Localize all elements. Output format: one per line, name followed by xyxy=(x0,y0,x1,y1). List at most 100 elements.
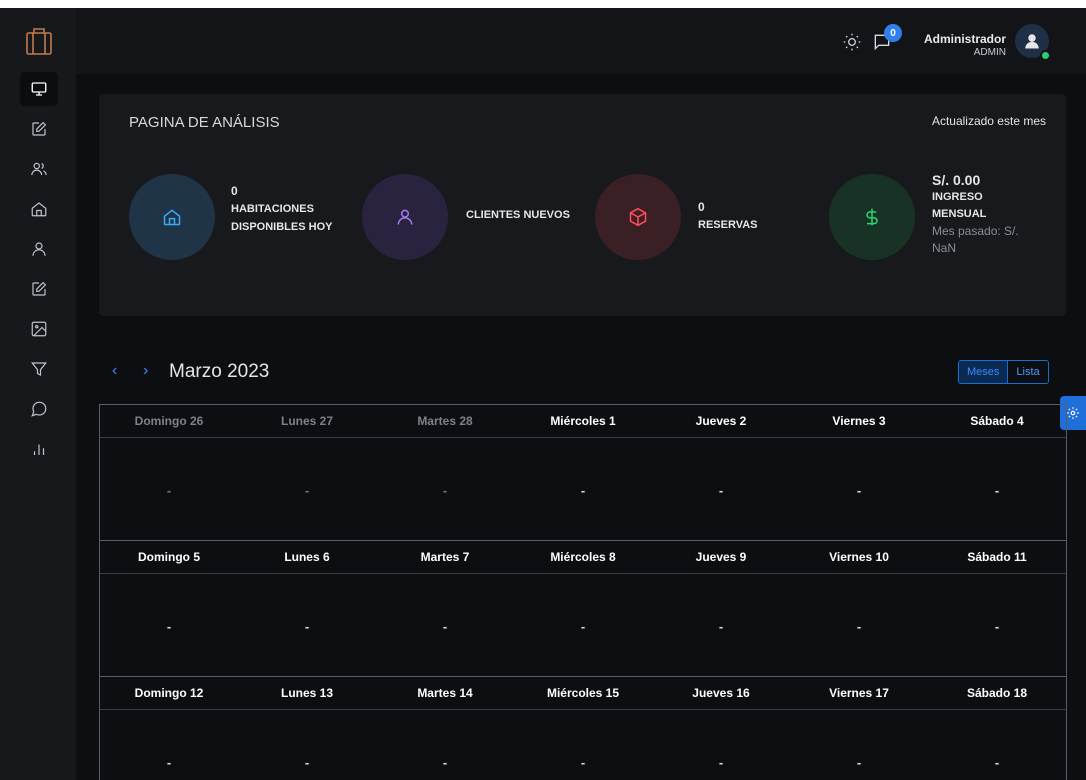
rooms-value: 0 xyxy=(231,184,238,198)
calendar-day[interactable]: Lunes 13 - xyxy=(238,677,376,780)
home-icon xyxy=(31,202,47,217)
rooms-label-2: DISPONIBLES HOY xyxy=(231,221,333,233)
sidebar-item-users[interactable] xyxy=(20,152,58,186)
sidebar-item-edit[interactable] xyxy=(20,112,58,146)
calendar-day-empty-value: - xyxy=(304,754,310,770)
analysis-card: PAGINA DE ANÁLISIS Actualizado este mes … xyxy=(99,94,1066,316)
calendar-day-header: Martes 28 xyxy=(376,405,514,438)
calendar-day-header: Lunes 13 xyxy=(238,677,376,710)
calendar-day-empty-value: - xyxy=(994,482,1000,498)
calendar-day-empty-value: - xyxy=(166,754,172,770)
sidebar-item-dashboard[interactable] xyxy=(20,72,58,106)
calendar-day-empty-value: - xyxy=(856,482,862,498)
online-status-dot xyxy=(1040,50,1051,61)
calendar-day[interactable]: Viernes 3 - xyxy=(790,405,928,541)
calendar-day[interactable]: Martes 14 - xyxy=(376,677,514,780)
calendar-day[interactable]: Sábado 4 - xyxy=(928,405,1066,541)
image-icon xyxy=(31,321,47,337)
calendar-day-empty-value: - xyxy=(304,482,310,498)
calendar-day[interactable]: Viernes 17 - xyxy=(790,677,928,780)
top-strip xyxy=(0,0,1086,8)
calendar-day[interactable]: Lunes 27 - xyxy=(238,405,376,541)
income-note-1: Mes pasado: S/. xyxy=(932,224,1019,238)
calendar-day[interactable]: Domingo 12 - xyxy=(100,677,238,780)
calendar-day-header: Sábado 11 xyxy=(928,541,1066,574)
sidebar-item-edit-2[interactable] xyxy=(20,272,58,306)
sidebar-item-chat[interactable] xyxy=(20,392,58,426)
calendar-day-header: Viernes 3 xyxy=(790,405,928,438)
calendar-day-empty-value: - xyxy=(994,754,1000,770)
monitor-icon xyxy=(31,82,47,96)
calendar-day-empty-value: - xyxy=(580,754,586,770)
calendar-day[interactable]: Sábado 18 - xyxy=(928,677,1066,780)
gear-icon xyxy=(1067,407,1079,419)
sun-icon[interactable] xyxy=(842,32,862,57)
view-months-button[interactable]: Meses xyxy=(959,361,1009,383)
calendar-day[interactable]: Lunes 6 - xyxy=(238,541,376,677)
clients-stat-circle xyxy=(362,174,448,260)
rooms-label-1: HABITACIONES xyxy=(231,203,314,215)
calendar-day[interactable]: Martes 28 - xyxy=(376,405,514,541)
calendar-day-empty-value: - xyxy=(580,618,586,634)
user-role: ADMIN xyxy=(973,47,1006,58)
calendar-day[interactable]: Miércoles 15 - xyxy=(514,677,652,780)
calendar-day-header: Lunes 6 xyxy=(238,541,376,574)
clients-label: CLIENTES NUEVOS xyxy=(466,209,570,221)
calendar-day[interactable]: Jueves 2 - xyxy=(652,405,790,541)
calendar-day-header: Martes 7 xyxy=(376,541,514,574)
calendar-next-button[interactable]: › xyxy=(143,362,148,380)
calendar-day-empty-value: - xyxy=(856,754,862,770)
bookings-stat-circle xyxy=(595,174,681,260)
bar-chart-icon xyxy=(33,444,45,455)
calendar-day-empty-value: - xyxy=(304,618,310,634)
bookings-label: RESERVAS xyxy=(698,219,758,231)
calendar-day-empty-value: - xyxy=(442,482,448,498)
calendar-prev-button[interactable]: ‹ xyxy=(112,362,117,380)
calendar-day-header: Domingo 12 xyxy=(100,677,238,710)
calendar-day-empty-value: - xyxy=(580,482,586,498)
calendar-day[interactable]: Jueves 16 - xyxy=(652,677,790,780)
sidebar-item-gallery[interactable] xyxy=(20,312,58,346)
sidebar xyxy=(0,8,76,780)
filter-icon xyxy=(31,362,47,376)
income-stat: S/. 0.00 INGRESO MENSUAL Mes pasado: S/.… xyxy=(932,172,1019,257)
view-list-button[interactable]: Lista xyxy=(1008,361,1047,383)
chat-icon xyxy=(31,401,47,417)
calendar-day[interactable]: Domingo 26 - xyxy=(100,405,238,541)
dollar-icon xyxy=(866,208,878,226)
sidebar-item-filter[interactable] xyxy=(20,352,58,386)
notification-badge: 0 xyxy=(884,24,902,42)
sidebar-item-home[interactable] xyxy=(20,192,58,226)
calendar-day-empty-value: - xyxy=(994,618,1000,634)
income-note-2: NaN xyxy=(932,241,957,255)
calendar-view-toggle: Meses Lista xyxy=(958,360,1049,384)
calendar-week: Domingo 26- Lunes 27- Martes 28- Miércoles … xyxy=(100,405,1066,541)
updated-label: Actualizado este mes xyxy=(931,114,1046,128)
briefcase-logo-icon[interactable] xyxy=(25,26,53,56)
calendar-day-header: Jueves 9 xyxy=(652,541,790,574)
sidebar-item-reports[interactable] xyxy=(20,432,58,466)
calendar-day[interactable]: Sábado 11 - xyxy=(928,541,1066,677)
calendar-day[interactable]: Miércoles 8 - xyxy=(514,541,652,677)
calendar-day[interactable]: Jueves 9 - xyxy=(652,541,790,677)
calendar-day-empty-value: - xyxy=(718,754,724,770)
top-header: 0 Administrador ADMIN xyxy=(76,8,1086,74)
sidebar-item-user[interactable] xyxy=(20,232,58,266)
user-avatar-icon xyxy=(1025,34,1039,49)
calendar-day-empty-value: - xyxy=(442,618,448,634)
calendar-day[interactable]: Viernes 10 - xyxy=(790,541,928,677)
home-icon xyxy=(163,209,181,226)
page-title: PAGINA DE ANÁLISIS xyxy=(129,114,280,131)
calendar-day[interactable]: Miércoles 1 - xyxy=(514,405,652,541)
calendar-day-header: Miércoles 15 xyxy=(514,677,652,710)
user-name[interactable]: Administrador xyxy=(910,32,1006,46)
calendar-day-empty-value: - xyxy=(718,482,724,498)
calendar-week: Domingo 12- Lunes 13- Martes 14- Miércoles … xyxy=(100,677,1066,780)
income-stat-circle xyxy=(829,174,915,260)
calendar-day-header: Viernes 17 xyxy=(790,677,928,710)
calendar-day-empty-value: - xyxy=(442,754,448,770)
users-icon xyxy=(31,162,47,176)
calendar-day-empty-value: - xyxy=(166,482,172,498)
calendar-day[interactable]: Domingo 5 - xyxy=(100,541,238,677)
calendar-day[interactable]: Martes 7 - xyxy=(376,541,514,677)
